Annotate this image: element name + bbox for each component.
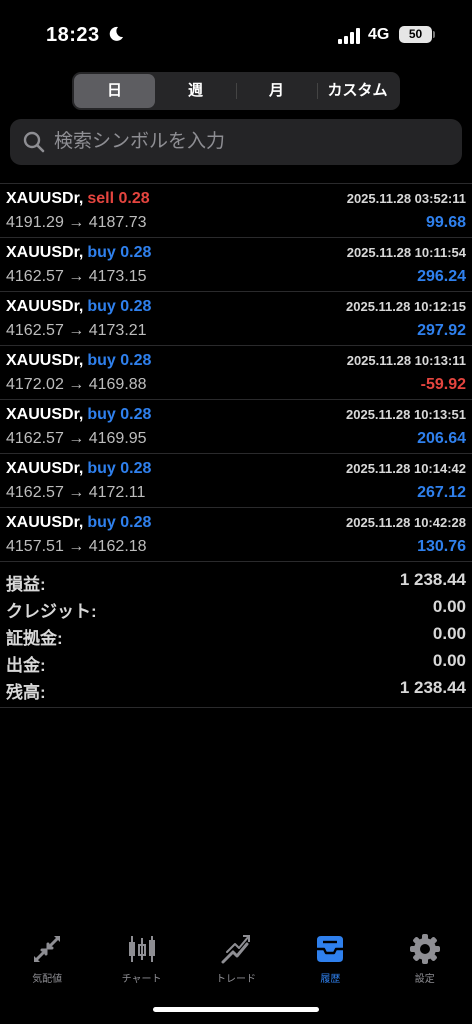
quotes-icon [34, 936, 61, 962]
trade-row[interactable]: XAUUSDr, buy 0.28 4162.57 → 4173.21 2025.… [0, 292, 472, 346]
tab-label: チャート [121, 974, 162, 985]
summary-label: クレジット: [6, 602, 97, 621]
tab-label: 設定 [414, 974, 435, 985]
bottom-tab-bar: 気配値 チャート トレード 履歴 設定 [0, 924, 472, 994]
trade-symbol: XAUUSDr, buy 0.28 [6, 406, 152, 423]
trade-prices: 4162.57 → 4173.21 [6, 322, 147, 339]
summary-value: 1 238.44 [399, 678, 466, 697]
trade-date: 2025.11.28 10:13:11 [346, 353, 466, 368]
trade-date: 2025.11.28 10:14:42 [346, 461, 466, 476]
trade-date: 2025.11.28 10:12:15 [346, 299, 466, 314]
trade-date: 2025.11.28 10:42:28 [346, 515, 466, 530]
trade-prices: 4162.57 → 4169.95 [6, 430, 147, 447]
trade-symbol: XAUUSDr, buy 0.28 [6, 460, 152, 477]
trade-row[interactable]: XAUUSDr, sell 0.28 4191.29 → 4187.73 2025… [0, 184, 472, 238]
trade-date: 2025.11.28 10:11:54 [346, 245, 466, 260]
segment-day[interactable]: 日 [74, 74, 155, 108]
trade-profit: 297.92 [417, 322, 466, 339]
summary-credit: クレジット: 0.00 [0, 593, 472, 621]
trade-symbol: XAUUSDr, sell 0.28 [6, 190, 150, 207]
summary-label: 出金: [6, 656, 46, 675]
trade-side: buy 0.28 [87, 244, 152, 261]
trade-side: buy 0.28 [87, 514, 152, 531]
trade-profit: 296.24 [417, 268, 466, 285]
trade-profit: -59.92 [420, 376, 466, 393]
segment-custom[interactable]: カスタム [317, 74, 398, 108]
trade-profit: 267.12 [417, 484, 466, 501]
trade-date: 2025.11.28 03:52:11 [346, 191, 466, 206]
trade-prices: 4162.57 → 4172.11 [6, 484, 146, 501]
segment-month[interactable]: 月 [236, 74, 317, 108]
summary-value: 0.00 [432, 651, 466, 670]
period-segmented-control: 日 週 月 カスタム [72, 72, 400, 110]
summary-balance: 残高: 1 238.44 [0, 674, 472, 702]
trade-profit: 130.76 [417, 538, 466, 555]
trade-side: sell 0.28 [87, 190, 150, 207]
tab-label: 気配値 [32, 974, 63, 985]
trade-prices: 4172.02 → 4169.88 [6, 376, 147, 393]
trade-prices: 4162.57 → 4173.15 [6, 268, 147, 285]
search-input[interactable] [54, 131, 434, 153]
battery-level: 50 [399, 26, 432, 43]
status-bar: 18:23 4G 50 [0, 0, 472, 70]
trade-side: buy 0.28 [87, 352, 152, 369]
account-summary: 損益: 1 238.44 クレジット: 0.00 証拠金: 0.00 出金: 0… [0, 566, 472, 708]
tab-label: トレード [215, 974, 256, 985]
trade-row[interactable]: XAUUSDr, buy 0.28 4162.57 → 4173.15 2025.… [0, 238, 472, 292]
trade-history-list: XAUUSDr, sell 0.28 4191.29 → 4187.73 2025… [0, 183, 472, 562]
trade-side: buy 0.28 [87, 298, 152, 315]
moon-icon [109, 26, 123, 41]
network-type: 4G [368, 26, 390, 43]
trade-date: 2025.11.28 10:13:51 [346, 407, 466, 422]
signal-icon [338, 28, 360, 44]
battery-tip [433, 31, 435, 38]
summary-label: 損益: [6, 575, 46, 594]
trade-icon [221, 935, 250, 964]
trade-side: buy 0.28 [87, 460, 152, 477]
trade-profit: 99.68 [425, 214, 466, 231]
tab-trade[interactable]: トレード [189, 924, 283, 994]
home-indicator [153, 1007, 319, 1012]
trade-row[interactable]: XAUUSDr, buy 0.28 4162.57 → 4169.95 2025.… [0, 400, 472, 454]
segment-week[interactable]: 週 [155, 74, 236, 108]
summary-value: 1 238.44 [399, 570, 466, 589]
tab-label: 履歴 [320, 974, 341, 985]
summary-label: 証拠金: [6, 629, 63, 648]
search-icon [23, 131, 45, 153]
trade-symbol: XAUUSDr, buy 0.28 [6, 244, 152, 261]
tab-history[interactable]: 履歴 [283, 924, 377, 994]
trade-symbol: XAUUSDr, buy 0.28 [6, 514, 152, 531]
summary-value: 0.00 [432, 597, 466, 616]
summary-withdrawal: 出金: 0.00 [0, 647, 472, 675]
tab-settings[interactable]: 設定 [378, 924, 472, 994]
trade-row[interactable]: XAUUSDr, buy 0.28 4157.51 → 4162.18 2025.… [0, 508, 472, 562]
tab-quotes[interactable]: 気配値 [0, 924, 94, 994]
summary-value: 0.00 [432, 624, 466, 643]
settings-icon [409, 934, 440, 964]
trade-symbol: XAUUSDr, buy 0.28 [6, 298, 152, 315]
status-time: 18:23 [46, 24, 100, 46]
trade-prices: 4191.29 → 4187.73 [6, 214, 147, 231]
summary-margin: 証拠金: 0.00 [0, 620, 472, 648]
trade-profit: 206.64 [417, 430, 466, 447]
trade-row[interactable]: XAUUSDr, buy 0.28 4162.57 → 4172.11 2025.… [0, 454, 472, 508]
summary-profit: 損益: 1 238.44 [0, 566, 472, 594]
search-bar[interactable] [10, 119, 462, 165]
trade-symbol: XAUUSDr, buy 0.28 [6, 352, 152, 369]
trade-prices: 4157.51 → 4162.18 [6, 538, 147, 555]
summary-label: 残高: [6, 683, 46, 702]
tab-chart[interactable]: チャート [94, 924, 188, 994]
history-icon [317, 936, 344, 962]
trade-side: buy 0.28 [87, 406, 152, 423]
trade-row[interactable]: XAUUSDr, buy 0.28 4172.02 → 4169.88 2025.… [0, 346, 472, 400]
chart-icon [128, 936, 155, 962]
